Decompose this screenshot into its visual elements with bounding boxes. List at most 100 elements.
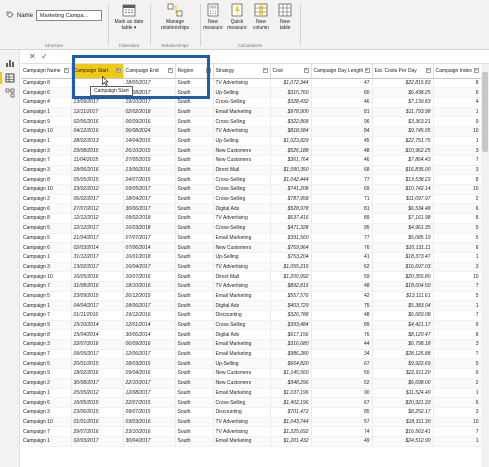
- table-cell[interactable]: 49: [311, 436, 373, 447]
- table-cell[interactable]: $4,421.17: [372, 320, 434, 331]
- table-cell[interactable]: Email Marketing: [213, 107, 271, 118]
- table-cell[interactable]: 1: [433, 107, 481, 118]
- table-cell[interactable]: $557,576: [270, 291, 312, 302]
- table-cell[interactable]: 96: [311, 116, 373, 127]
- table-cell[interactable]: $11,793.98: [372, 107, 434, 118]
- table-cell[interactable]: South: [175, 368, 214, 379]
- table-cell[interactable]: 3: [433, 165, 481, 176]
- table-cell[interactable]: $316,680: [270, 339, 312, 350]
- table-cell[interactable]: Campaign 6: [21, 397, 72, 408]
- table-cell[interactable]: 12/08/2017: [123, 388, 176, 399]
- table-cell[interactable]: 12/12/2017: [71, 223, 124, 234]
- table-cell[interactable]: $741,208: [270, 184, 312, 195]
- table-cell[interactable]: Campaign 3: [21, 407, 72, 418]
- table-cell[interactable]: $5,085.19: [372, 233, 434, 244]
- table-cell[interactable]: South: [175, 436, 214, 447]
- table-cell[interactable]: 67: [311, 358, 373, 370]
- table-row[interactable]: Campaign 3 22/07/2016 06/09/2016 South Email…: [21, 339, 481, 350]
- table-cell[interactable]: 13/02/2017: [71, 262, 124, 273]
- table-cell[interactable]: TV Advertising: [213, 281, 271, 292]
- table-cell[interactable]: $769,964: [270, 242, 312, 253]
- table-row[interactable]: Campaign 7 11/04/2015 27/05/2015 South New C…: [21, 155, 481, 166]
- table-cell[interactable]: 46: [311, 155, 373, 166]
- table-cell[interactable]: 29/08/2015: [71, 145, 124, 156]
- table-cell[interactable]: 48: [311, 310, 373, 321]
- table-cell[interactable]: South: [175, 407, 214, 418]
- table-cell[interactable]: 9: [433, 116, 481, 127]
- table-cell[interactable]: Campaign 7: [21, 155, 72, 166]
- table-cell[interactable]: Digital Ads: [213, 329, 271, 341]
- table-cell[interactable]: 1: [433, 252, 481, 263]
- table-cell[interactable]: Digital Ads: [213, 300, 271, 311]
- table-cell[interactable]: 68: [311, 165, 373, 176]
- table-cell[interactable]: 04/12/2016: [71, 126, 124, 137]
- table-cell[interactable]: 1: [433, 300, 481, 311]
- table-cell[interactable]: New Customers: [213, 155, 271, 166]
- table-cell[interactable]: $328,432: [270, 97, 312, 108]
- table-cell[interactable]: 69: [311, 184, 373, 195]
- table-cell[interactable]: 76: [311, 329, 373, 341]
- table-cell[interactable]: Campaign 1: [21, 300, 72, 311]
- table-row[interactable]: Campaign 7 31/08/2016 18/10/2016 South TV Ad…: [21, 281, 481, 292]
- table-cell[interactable]: $11,097.97: [372, 194, 434, 205]
- table-cell[interactable]: 77: [311, 174, 373, 186]
- table-row[interactable]: Campaign 7 09/05/2017 12/06/2017 South Email…: [21, 349, 481, 360]
- table-cell[interactable]: $11,524.40: [372, 388, 434, 399]
- table-cell[interactable]: 27/07/2012: [71, 203, 124, 215]
- table-cell[interactable]: 02/03/2014: [71, 242, 124, 253]
- table-cell[interactable]: $9,745.05: [372, 126, 434, 137]
- table-row[interactable]: Campaign 2 06/02/2017 18/04/2017 South Cross…: [21, 194, 481, 205]
- table-cell[interactable]: 24/07/2015: [123, 174, 176, 186]
- table-cell[interactable]: South: [175, 388, 214, 399]
- table-cell[interactable]: 1: [433, 436, 481, 447]
- table-cell[interactable]: 42: [311, 291, 373, 302]
- table-cell[interactable]: $28,125.88: [372, 349, 434, 360]
- column-header[interactable]: Campaign Day Length ▾: [311, 64, 373, 79]
- table-cell[interactable]: 25/05/2012: [71, 388, 124, 399]
- table-cell[interactable]: 03/05/2017: [123, 184, 176, 195]
- table-cell[interactable]: South: [175, 213, 214, 224]
- table-cell[interactable]: Campaign 5: [21, 233, 72, 244]
- table-cell[interactable]: Cross-Selling: [213, 223, 271, 234]
- table-cell[interactable]: Campaign 2: [21, 194, 72, 205]
- table-cell[interactable]: $391,560: [270, 233, 312, 244]
- table-cell[interactable]: $322,868: [270, 116, 312, 127]
- filter-dropdown-icon[interactable]: ▾: [205, 68, 211, 73]
- table-cell[interactable]: $986,280: [270, 349, 312, 360]
- model-view-icon[interactable]: [5, 88, 15, 98]
- table-cell[interactable]: 6: [433, 242, 481, 253]
- table-cell[interactable]: $471,328: [270, 223, 312, 234]
- table-cell[interactable]: Campaign 8: [21, 213, 72, 224]
- table-cell[interactable]: $701,472: [270, 407, 312, 418]
- column-header[interactable]: Campaign Start ▾: [71, 64, 124, 79]
- table-cell[interactable]: 71: [311, 194, 373, 205]
- table-cell[interactable]: 23/09/2015: [71, 291, 124, 302]
- table-cell[interactable]: South: [175, 155, 214, 166]
- table-cell[interactable]: South: [175, 223, 214, 234]
- table-cell[interactable]: $978,900: [270, 107, 312, 118]
- table-cell[interactable]: $18,311.30: [372, 417, 434, 428]
- table-cell[interactable]: $20,355.80: [372, 271, 434, 282]
- table-cell[interactable]: 90: [311, 388, 373, 399]
- table-cell[interactable]: New Customers: [213, 242, 271, 253]
- table-cell[interactable]: 50: [311, 368, 373, 379]
- table-cell[interactable]: 7: [433, 155, 481, 166]
- table-row[interactable]: Campaign 9 18/02/2016 09/04/2016 South New C…: [21, 368, 481, 379]
- table-cell[interactable]: 34: [311, 349, 373, 360]
- table-cell[interactable]: South: [175, 349, 214, 360]
- table-cell[interactable]: South: [175, 174, 214, 186]
- table-cell[interactable]: 12/06/2017: [123, 349, 176, 360]
- table-cell[interactable]: Campaign 7: [21, 349, 72, 360]
- table-cell[interactable]: $24,512.90: [372, 436, 434, 447]
- table-cell[interactable]: New Customers: [213, 368, 271, 379]
- table-cell[interactable]: $22,815.83: [372, 78, 434, 89]
- table-cell[interactable]: 26/12/2015: [123, 291, 176, 302]
- table-cell[interactable]: 02/03/2017: [71, 436, 124, 447]
- table-cell[interactable]: Email Marketing: [213, 436, 271, 447]
- table-cell[interactable]: Email Marketing: [213, 233, 271, 244]
- table-cell[interactable]: Campaign 5: [21, 291, 72, 302]
- table-row[interactable]: Campaign 1 31/12/2017 16/01/2018 South Up-Se…: [21, 252, 481, 263]
- table-row[interactable]: Campaign 8 15/04/2014 30/06/2014 South Digit…: [21, 329, 481, 341]
- table-cell[interactable]: Campaign 4: [21, 97, 72, 108]
- table-cell[interactable]: $6,534.48: [372, 203, 434, 215]
